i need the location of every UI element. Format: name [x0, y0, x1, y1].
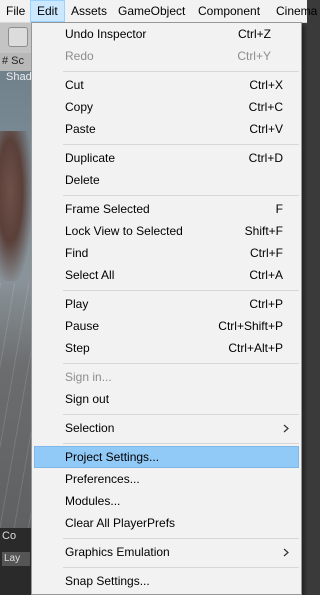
scene-grid — [0, 283, 32, 543]
menu-item-shortcut: Ctrl+X — [249, 78, 283, 92]
menu-item-label: Graphics Emulation — [65, 545, 170, 559]
scene-tab-label[interactable]: # Sc — [2, 55, 24, 67]
menu-item-modules[interactable]: Modules... — [34, 490, 299, 512]
menu-item-selection[interactable]: Selection — [34, 417, 299, 439]
menu-item-shortcut: Shift+F — [244, 224, 283, 238]
console-tab-label[interactable]: Co — [2, 530, 16, 542]
submenu-arrow-icon — [281, 541, 291, 563]
menu-item-delete[interactable]: Delete — [34, 169, 299, 191]
menu-item-label: Find — [65, 246, 89, 260]
menu-item-shortcut: Ctrl+Shift+P — [218, 319, 283, 333]
menu-item-label: Select All — [65, 268, 115, 282]
menu-separator — [63, 443, 299, 444]
menu-item-paste[interactable]: Paste Ctrl+V — [34, 118, 299, 140]
scene-model — [0, 131, 32, 281]
menu-item-label: Modules... — [65, 494, 121, 508]
menu-edit[interactable]: Edit — [30, 0, 65, 22]
menu-cinema[interactable]: Cinema — [270, 0, 320, 22]
menu-item-label: Duplicate — [65, 151, 116, 165]
menu-separator — [63, 538, 299, 539]
menu-component[interactable]: Component — [192, 0, 266, 22]
menu-item-shortcut: Ctrl+V — [249, 122, 283, 136]
menu-item-shortcut: Ctrl+C — [248, 100, 283, 114]
menu-separator — [63, 195, 299, 196]
menu-item-shortcut: Ctrl+D — [248, 151, 283, 165]
menu-separator — [63, 144, 299, 145]
menu-assets[interactable]: Assets — [65, 0, 113, 22]
menu-separator — [63, 363, 299, 364]
menu-item-label: Selection — [65, 421, 115, 435]
menu-item-shortcut: Ctrl+Alt+P — [228, 341, 283, 355]
scene-tab-bar: # Sc — [0, 53, 32, 71]
menu-item-label: Undo Inspector — [65, 27, 147, 41]
menu-item-frame-selected[interactable]: Frame Selected F — [34, 198, 299, 220]
menu-item-label: Delete — [65, 173, 100, 187]
menu-item-shortcut: Ctrl+F — [250, 246, 283, 260]
menu-item-label: Frame Selected — [65, 202, 150, 216]
menu-item-label: Lock View to Selected — [65, 224, 183, 238]
menu-item-label: Preferences... — [65, 472, 140, 486]
menu-item-shortcut: Ctrl+Y — [237, 49, 271, 63]
menu-item-lock-view[interactable]: Lock View to Selected Shift+F — [34, 220, 299, 242]
menu-item-snap-settings[interactable]: Snap Settings... — [34, 570, 299, 592]
menu-item-pause[interactable]: Pause Ctrl+Shift+P — [34, 315, 299, 337]
menu-item-label: Project Settings... — [65, 450, 160, 464]
menu-item-sign-in[interactable]: Sign in... — [34, 366, 299, 388]
menu-item-preferences[interactable]: Preferences... — [34, 468, 299, 490]
menu-item-label: Copy — [65, 100, 94, 114]
menu-item-duplicate[interactable]: Duplicate Ctrl+D — [34, 147, 299, 169]
menu-item-select-all[interactable]: Select All Ctrl+A — [34, 264, 299, 286]
menu-item-label: Snap Settings... — [65, 574, 150, 588]
menu-item-shortcut: Ctrl+A — [249, 268, 283, 282]
menu-item-label: Clear All PlayerPrefs — [65, 516, 176, 530]
menu-item-label: Pause — [65, 319, 100, 333]
menu-item-label: Sign out — [65, 392, 110, 406]
menu-item-redo[interactable]: Redo Ctrl+Y — [34, 45, 299, 67]
menu-separator — [63, 567, 299, 568]
menu-item-play[interactable]: Play Ctrl+P — [34, 293, 299, 315]
menu-item-cut[interactable]: Cut Ctrl+X — [34, 74, 299, 96]
menu-separator — [63, 414, 299, 415]
menu-item-label: Step — [65, 341, 90, 355]
menu-item-label: Paste — [65, 122, 96, 136]
submenu-arrow-icon — [281, 417, 291, 439]
menu-item-project-settings[interactable]: Project Settings... — [34, 446, 299, 468]
menu-item-label: Sign in... — [65, 370, 112, 384]
scene-view-background: # Sc Shad Co Lay — [0, 23, 32, 595]
hand-tool-icon[interactable] — [8, 27, 28, 47]
menu-item-sign-out[interactable]: Sign out — [34, 388, 299, 410]
menu-item-clear-playerprefs[interactable]: Clear All PlayerPrefs — [34, 512, 299, 534]
menu-item-shortcut: F — [275, 202, 283, 216]
edit-menu-dropdown: Undo Inspector Ctrl+Z Redo Ctrl+Y Cut Ct… — [31, 22, 302, 595]
shading-mode-label[interactable]: Shad — [6, 71, 32, 83]
menu-item-copy[interactable]: Copy Ctrl+C — [34, 96, 299, 118]
menu-separator — [63, 71, 299, 72]
menu-item-shortcut: Ctrl+Z — [238, 27, 271, 41]
menu-gameobject[interactable]: GameObject — [112, 0, 191, 22]
menu-item-shortcut: Ctrl+P — [249, 297, 283, 311]
menu-bar: File Edit Assets GameObject Component Ci… — [0, 0, 317, 23]
menu-item-undo[interactable]: Undo Inspector Ctrl+Z — [34, 23, 299, 45]
menu-item-graphics-emulation[interactable]: Graphics Emulation — [34, 541, 299, 563]
editor-toolbar — [0, 23, 32, 53]
menu-item-step[interactable]: Step Ctrl+Alt+P — [34, 337, 299, 359]
bottom-panel: Co Lay — [0, 528, 32, 595]
layers-field[interactable]: Lay — [2, 552, 30, 566]
menu-item-label: Play — [65, 297, 89, 311]
menu-separator — [63, 290, 299, 291]
menu-item-find[interactable]: Find Ctrl+F — [34, 242, 299, 264]
menu-item-label: Redo — [65, 49, 94, 63]
menu-file[interactable]: File — [0, 0, 31, 22]
menu-item-label: Cut — [65, 78, 84, 92]
